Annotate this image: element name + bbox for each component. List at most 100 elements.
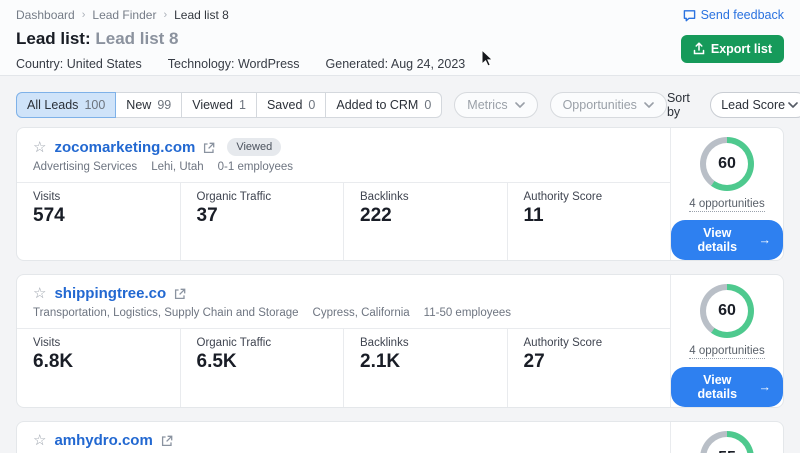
breadcrumb-current: Lead list 8 xyxy=(174,8,229,22)
tab-viewed[interactable]: Viewed 1 xyxy=(181,92,257,118)
metric-label: Visits xyxy=(33,337,164,349)
viewed-badge: Viewed xyxy=(227,138,281,156)
breadcrumb-lead-finder[interactable]: Lead Finder xyxy=(92,8,156,22)
lead-domain-link[interactable]: shippingtree.co xyxy=(54,285,166,302)
breadcrumb-dashboard[interactable]: Dashboard xyxy=(16,8,75,22)
lead-score-donut: 60 xyxy=(700,137,754,191)
chevron-down-icon xyxy=(644,102,654,108)
lead-score-donut: 60 xyxy=(700,284,754,338)
page-title-label: Lead list: xyxy=(16,29,91,48)
lead-card-main: ☆ shippingtree.co Transportation, Logistic… xyxy=(17,275,670,407)
lead-score-donut: 55 xyxy=(700,431,754,453)
metric-label: Visits xyxy=(33,191,164,203)
lead-card-top: ☆ zocomarketing.com Viewed Advertising Serv… xyxy=(17,128,670,182)
metric-visits: Visits 6.8K xyxy=(17,329,180,407)
feedback-bubble-icon xyxy=(683,9,696,22)
sort-selected-value: Lead Score xyxy=(721,98,785,112)
send-feedback-link[interactable]: Send feedback xyxy=(683,8,784,22)
sort-select[interactable]: Lead Score xyxy=(710,92,800,118)
breadcrumb-separator: › xyxy=(82,9,86,21)
list-filters: Country: United States Technology: WordP… xyxy=(16,57,784,71)
metric-organic-traffic: Organic Traffic6.5K xyxy=(180,329,344,407)
tab-count: 99 xyxy=(157,98,171,112)
tab-label: Added to CRM xyxy=(336,98,418,112)
lead-cards-list: ☆ zocomarketing.com Viewed Advertising Serv… xyxy=(0,120,800,453)
metric-label: Organic Traffic xyxy=(197,191,328,203)
tab-saved[interactable]: Saved 0 xyxy=(256,92,326,118)
tab-count: 0 xyxy=(424,98,431,112)
lead-card-amhydro.com: ☆amhydro.comFarmingArcata, CA11-50 emplo… xyxy=(16,421,784,453)
tab-label: Viewed xyxy=(192,98,233,112)
favorite-star-icon[interactable]: ☆ xyxy=(33,286,46,301)
lead-domain-link[interactable]: amhydro.com xyxy=(54,432,152,449)
arrow-right-icon: → xyxy=(759,380,772,394)
metrics-row: Visits 574 Organic Traffic 37 Backlinks222Au… xyxy=(17,182,670,260)
metric-value: 37 xyxy=(197,205,328,227)
metric-label: Backlinks xyxy=(360,191,491,203)
metric-authority-score: Authority Score11 xyxy=(507,183,671,260)
lead-info-item: Transportation, Logistics, Supply Chain … xyxy=(33,307,299,319)
metrics-dropdown[interactable]: Metrics xyxy=(454,92,537,118)
favorite-star-icon[interactable]: ☆ xyxy=(33,140,46,155)
send-feedback-label: Send feedback xyxy=(701,8,784,22)
opportunities-link[interactable]: 4 opportunities xyxy=(689,345,764,359)
tab-count: 0 xyxy=(308,98,315,112)
lead-card-main: ☆ zocomarketing.com Viewed Advertising Serv… xyxy=(17,128,670,260)
sort-by-label: Sort by xyxy=(667,91,702,119)
lead-score-value: 60 xyxy=(706,290,748,332)
tab-label: New xyxy=(126,98,151,112)
opportunities-link[interactable]: 4 opportunities xyxy=(689,198,764,212)
tab-count: 1 xyxy=(239,98,246,112)
export-list-label: Export list xyxy=(711,42,772,56)
lead-info-item: Advertising Services xyxy=(33,161,137,173)
metric-label: Authority Score xyxy=(524,337,655,349)
lead-score-panel: 553 opportunitiesView details→ xyxy=(670,422,783,453)
view-details-button[interactable]: View details → xyxy=(671,220,783,260)
lead-info-item: 0-1 employees xyxy=(218,161,293,173)
metric-value: 2.1K xyxy=(360,351,491,373)
arrow-right-icon: → xyxy=(759,233,772,247)
external-link-icon[interactable] xyxy=(161,435,173,447)
metric-visits: Visits 574 xyxy=(17,183,180,260)
tab-new[interactable]: New 99 xyxy=(115,92,182,118)
metric-value: 6.8K xyxy=(33,351,164,373)
lead-domain-link[interactable]: zocomarketing.com xyxy=(54,139,195,156)
tab-label: Saved xyxy=(267,98,302,112)
metric-value: 574 xyxy=(33,205,164,227)
external-link-icon[interactable] xyxy=(174,288,186,300)
favorite-star-icon[interactable]: ☆ xyxy=(33,433,46,448)
metric-label: Organic Traffic xyxy=(197,337,328,349)
external-link-icon[interactable] xyxy=(203,142,215,154)
page-header: Dashboard › Lead Finder › Lead list 8 Le… xyxy=(0,0,800,76)
breadcrumb-separator: › xyxy=(163,9,167,21)
export-upload-icon xyxy=(693,42,705,55)
lead-score-value: 55 xyxy=(706,437,748,453)
lead-card-shippingtree.co: ☆ shippingtree.co Transportation, Logistic… xyxy=(16,274,784,408)
lead-card-main: ☆amhydro.comFarmingArcata, CA11-50 emplo… xyxy=(17,422,670,453)
tab-all-leads[interactable]: All Leads 100 xyxy=(16,92,116,118)
chevron-down-icon xyxy=(788,102,798,108)
leads-toolbar: All Leads 100 New 99 Viewed 1 Saved 0 Ad… xyxy=(0,76,800,120)
lead-card-top: ☆amhydro.comFarmingArcata, CA11-50 emplo… xyxy=(17,422,670,453)
lead-card-header: ☆ amhydro.com xyxy=(33,432,654,449)
opportunities-dropdown-label: Opportunities xyxy=(563,98,637,112)
metric-value: 27 xyxy=(524,351,655,373)
metric-authority-score: Authority Score 27 xyxy=(507,329,671,407)
metric-label: Backlinks xyxy=(360,337,491,349)
tab-count: 100 xyxy=(84,98,105,112)
metric-backlinks: Backlinks 2.1K xyxy=(343,329,507,407)
view-details-button[interactable]: View details→ xyxy=(671,367,783,407)
lead-info-item: 11-50 employees xyxy=(424,307,511,319)
lead-info: Advertising ServicesLehi, Utah0-1 employ… xyxy=(33,161,654,173)
view-details-label: View details xyxy=(683,226,752,254)
metric-value: 11 xyxy=(524,205,655,227)
tab-added-to-crm[interactable]: Added to CRM 0 xyxy=(325,92,442,118)
lead-card-top: ☆ shippingtree.co Transportation, Logistic… xyxy=(17,275,670,328)
lead-score-panel: 60 4 opportunities View details → xyxy=(670,128,783,260)
lead-status-tabs: All Leads 100 New 99 Viewed 1 Saved 0 Ad… xyxy=(16,92,442,118)
lead-info: Transportation, Logistics, Supply Chain … xyxy=(33,307,654,319)
export-list-button[interactable]: Export list xyxy=(681,35,784,63)
metric-backlinks: Backlinks222 xyxy=(343,183,507,260)
tab-label: All Leads xyxy=(27,98,78,112)
opportunities-dropdown[interactable]: Opportunities xyxy=(550,92,667,118)
